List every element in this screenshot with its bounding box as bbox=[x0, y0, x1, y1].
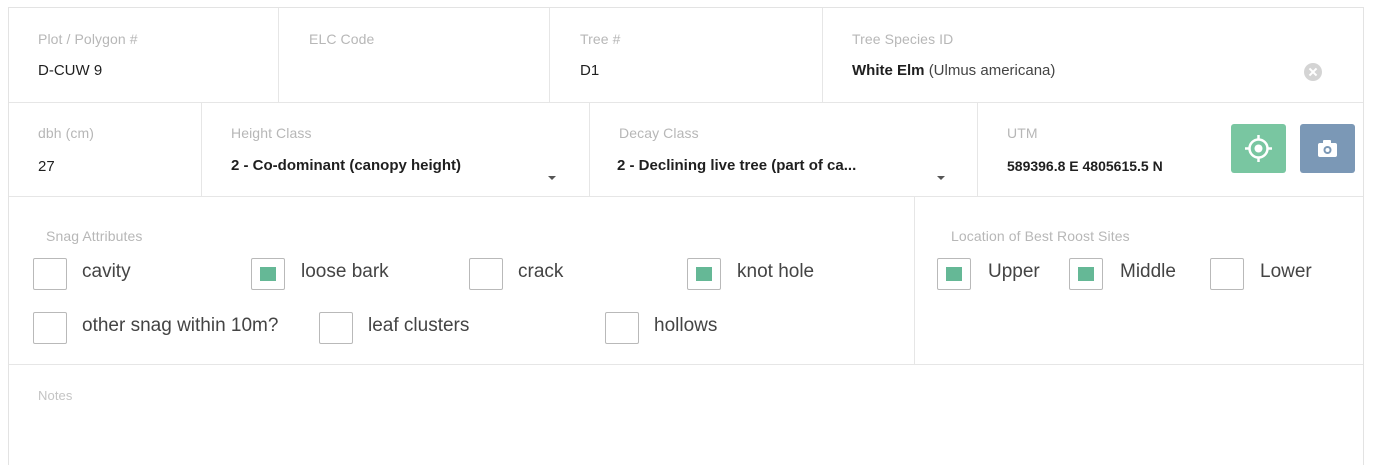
plot-polygon-label: Plot / Polygon # bbox=[38, 31, 138, 47]
dbh-value: 27 bbox=[38, 158, 55, 175]
elc-code-label: ELC Code bbox=[309, 31, 375, 47]
checkbox-label-lower: Lower bbox=[1260, 261, 1312, 282]
clear-icon[interactable] bbox=[1304, 63, 1322, 81]
checkbox-label-other-snag: other snag within 10m? bbox=[82, 315, 279, 336]
height-class-label: Height Class bbox=[231, 125, 312, 141]
camera-button[interactable] bbox=[1300, 124, 1355, 173]
tree-record-form: Plot / Polygon # D-CUW 9 ELC Code Tree #… bbox=[8, 7, 1364, 465]
checkbox-label-crack: crack bbox=[518, 261, 564, 282]
row-measurements: dbh (cm) 27 Height Class 2 - Co-dominant… bbox=[9, 102, 1363, 197]
tree-species-label: Tree Species ID bbox=[852, 31, 954, 47]
notes-field[interactable]: Notes bbox=[9, 364, 1363, 465]
checkbox-label-upper: Upper bbox=[988, 261, 1040, 282]
plot-polygon-field[interactable]: Plot / Polygon # D-CUW 9 bbox=[9, 8, 279, 102]
camera-icon bbox=[1318, 140, 1337, 157]
checkbox-loose-bark[interactable] bbox=[251, 258, 285, 290]
snag-attributes-section: Snag Attributes cavity loose bark crack … bbox=[9, 196, 915, 364]
tree-number-value: D1 bbox=[580, 62, 600, 79]
tree-number-label: Tree # bbox=[580, 31, 621, 47]
tree-species-field[interactable]: Tree Species ID White Elm (Ulmus america… bbox=[823, 8, 1363, 102]
snag-attributes-label: Snag Attributes bbox=[46, 228, 143, 244]
checkbox-upper[interactable] bbox=[937, 258, 971, 290]
checkbox-lower[interactable] bbox=[1210, 258, 1244, 290]
checkbox-label-loose-bark: loose bark bbox=[301, 261, 389, 282]
roost-sites-label: Location of Best Roost Sites bbox=[951, 228, 1130, 244]
checkbox-leaf-clusters[interactable] bbox=[319, 312, 353, 344]
notes-label: Notes bbox=[38, 388, 73, 403]
species-latin-name: (Ulmus americana) bbox=[928, 62, 1056, 79]
decay-class-label: Decay Class bbox=[619, 125, 699, 141]
checkbox-label-leaf-clusters: leaf clusters bbox=[368, 315, 470, 336]
checkbox-label-knot-hole: knot hole bbox=[737, 261, 815, 282]
row-attributes: Snag Attributes cavity loose bark crack … bbox=[9, 196, 1363, 365]
checkbox-label-hollows: hollows bbox=[654, 315, 718, 336]
checkbox-middle[interactable] bbox=[1069, 258, 1103, 290]
decay-class-value: 2 - Declining live tree (part of ca... bbox=[617, 157, 857, 174]
checkbox-crack[interactable] bbox=[469, 258, 503, 290]
dbh-label: dbh (cm) bbox=[38, 125, 95, 141]
checkbox-label-cavity: cavity bbox=[82, 261, 131, 282]
elc-code-field[interactable]: ELC Code bbox=[279, 8, 550, 102]
dropdown-caret-icon bbox=[937, 176, 945, 180]
tree-species-value: White Elm (Ulmus americana) bbox=[852, 62, 1055, 79]
plot-polygon-value: D-CUW 9 bbox=[38, 62, 103, 79]
checkbox-cavity[interactable] bbox=[33, 258, 67, 290]
species-common-name: White Elm bbox=[852, 62, 925, 79]
utm-label: UTM bbox=[1007, 125, 1038, 141]
utm-value: 589396.8 E 4805615.5 N bbox=[1007, 158, 1163, 174]
decay-class-select[interactable]: Decay Class 2 - Declining live tree (par… bbox=[590, 102, 978, 196]
checkbox-other-snag[interactable] bbox=[33, 312, 67, 344]
roost-sites-section: Location of Best Roost Sites Upper Middl… bbox=[915, 196, 1363, 364]
height-class-select[interactable]: Height Class 2 - Co-dominant (canopy hei… bbox=[202, 102, 590, 196]
tree-number-field[interactable]: Tree # D1 bbox=[550, 8, 823, 102]
location-target-icon bbox=[1245, 135, 1272, 162]
locate-button[interactable] bbox=[1231, 124, 1286, 173]
row-identification: Plot / Polygon # D-CUW 9 ELC Code Tree #… bbox=[9, 8, 1363, 103]
checkbox-hollows[interactable] bbox=[605, 312, 639, 344]
utm-field[interactable]: UTM 589396.8 E 4805615.5 N bbox=[978, 102, 1363, 196]
dbh-field[interactable]: dbh (cm) 27 bbox=[9, 102, 202, 196]
height-class-value: 2 - Co-dominant (canopy height) bbox=[231, 157, 461, 174]
checkbox-label-middle: Middle bbox=[1120, 261, 1176, 282]
checkbox-knot-hole[interactable] bbox=[687, 258, 721, 290]
dropdown-caret-icon bbox=[548, 176, 556, 180]
